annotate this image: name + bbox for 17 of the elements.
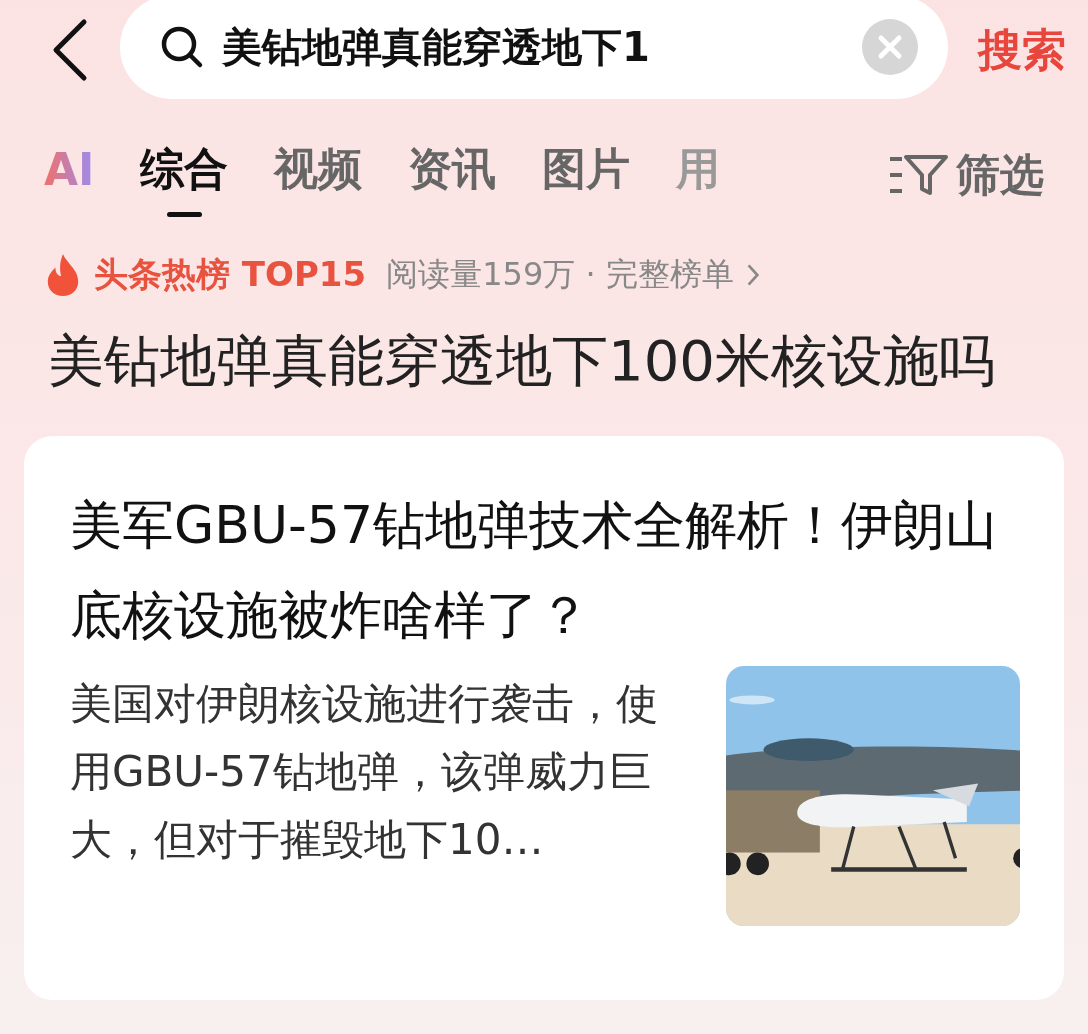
news-card[interactable]: 美军GBU-57钻地弹技术全解析！伊朗山底核设施被炸啥样了？ 美国对伊朗核设施进行袭击，使用GBU-57钻地弹，该弹威力巨大，但对于摧毁地下10… [24, 436, 1064, 1000]
chevron-icon[interactable] [745, 262, 760, 288]
search-icon [160, 25, 204, 69]
filter-button[interactable]: 筛选 [888, 145, 1044, 205]
search-field[interactable]: 美钻地弹真能穿透地下1 [120, 0, 948, 99]
hot-list-label[interactable]: 头条热榜 TOP15 [94, 252, 367, 298]
hot-list-stats[interactable]: 阅读量159万 · 完整榜单 [386, 253, 734, 297]
tab[interactable]: 视频 [274, 133, 363, 217]
filter-icon [888, 153, 948, 197]
search-button[interactable]: 搜索 [978, 20, 1066, 80]
tab[interactable]: 图片 [542, 133, 631, 217]
search-query: 美钻地弹真能穿透地下1 [222, 22, 651, 72]
tab[interactable]: 综合 [140, 133, 229, 217]
tab[interactable]: 资讯 [408, 133, 497, 217]
article-title[interactable]: 美军GBU-57钻地弹技术全解析！伊朗山底核设施被炸啥样了？ [70, 480, 1020, 660]
headline: 美钻地弹真能穿透地下100米核设施吗 [48, 327, 996, 395]
article-snippet: 美国对伊朗核设施进行袭击，使用GBU-57钻地弹，该弹威力巨大，但对于摧毁地下10… [70, 678, 659, 866]
